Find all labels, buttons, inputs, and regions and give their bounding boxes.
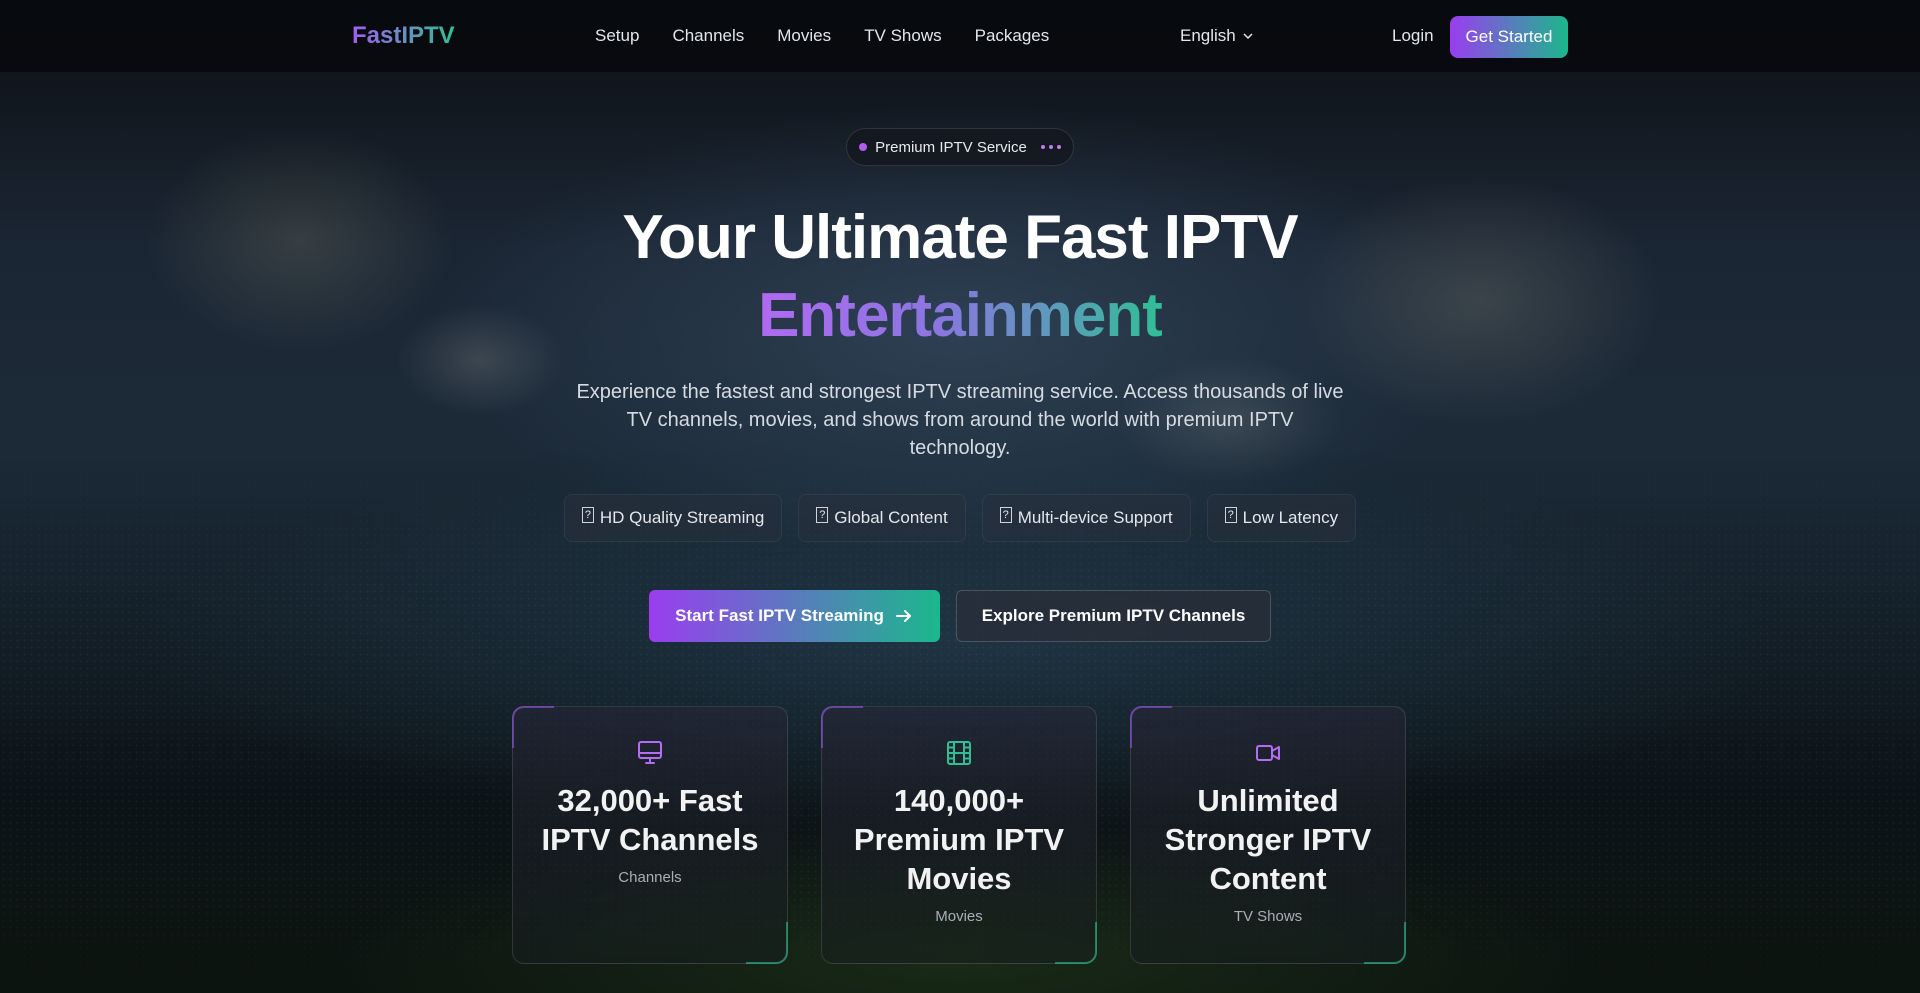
nav-links: Setup Channels Movies TV Shows Packages: [595, 26, 1049, 46]
feature-label: Global Content: [834, 508, 948, 527]
unknown-glyph-icon: ?: [816, 507, 829, 523]
nav-link-movies[interactable]: Movies: [777, 26, 831, 46]
stat-title: 32,000+ Fast IPTV Channels: [541, 783, 759, 857]
feature-pill-hd: ? HD Quality Streaming: [563, 494, 783, 542]
feature-label: Multi-device Support: [1017, 508, 1173, 527]
feature-pill-multidevice: ? Multi-device Support: [981, 494, 1191, 542]
stat-label: TV Shows: [1233, 908, 1303, 925]
arrow-right-icon: [895, 610, 911, 622]
film-icon: [947, 741, 971, 765]
explore-channels-button[interactable]: Explore Premium IPTV Channels: [956, 590, 1271, 642]
login-link[interactable]: Login: [1392, 26, 1434, 46]
nav-link-setup[interactable]: Setup: [595, 26, 639, 46]
ellipsis-icon: [1040, 145, 1061, 149]
feature-pills: ? HD Quality Streaming ? Global Content …: [0, 494, 1920, 542]
stat-title: 140,000+ Premium IPTV Movies: [853, 783, 1065, 896]
stat-title: Unlimited Stronger IPTV Content: [1164, 783, 1372, 896]
landing-page: FastIPTV Setup Channels Movies TV Shows …: [0, 0, 1920, 993]
unknown-glyph-icon: ?: [581, 507, 594, 523]
nav-link-channels[interactable]: Channels: [672, 26, 744, 46]
hero-title-highlight: Entertainment: [758, 281, 1163, 350]
stat-label: Movies: [935, 908, 983, 925]
feature-pill-global: ? Global Content: [798, 494, 966, 542]
stat-card-movies: 140,000+ Premium IPTV Movies Movies: [821, 706, 1097, 964]
stats-cards: 32,000+ Fast IPTV Channels Channels 140,…: [512, 706, 1406, 964]
feature-label: HD Quality Streaming: [599, 508, 765, 527]
top-navbar: FastIPTV Setup Channels Movies TV Shows …: [0, 0, 1920, 72]
feature-label: Low Latency: [1242, 508, 1339, 527]
language-selector[interactable]: English: [1180, 26, 1254, 46]
nav-link-tv-shows[interactable]: TV Shows: [864, 26, 941, 46]
logo[interactable]: FastIPTV: [352, 22, 455, 50]
badge-label: Premium IPTV Service: [875, 138, 1027, 156]
dot-icon: [859, 143, 868, 151]
stat-card-tv-shows: Unlimited Stronger IPTV Content TV Shows: [1130, 706, 1406, 964]
chevron-down-icon: [1243, 33, 1253, 40]
hero-title-line2: Entertainment: [0, 280, 1920, 351]
nav-link-packages[interactable]: Packages: [975, 26, 1050, 46]
stat-label: Channels: [618, 869, 682, 886]
start-streaming-label: Start Fast IPTV Streaming: [675, 606, 884, 625]
start-streaming-button[interactable]: Start Fast IPTV Streaming: [649, 590, 940, 642]
language-label: English: [1180, 26, 1236, 45]
video-camera-icon: [1256, 745, 1280, 761]
unknown-glyph-icon: ?: [999, 507, 1012, 523]
hero-subtitle: Experience the fastest and strongest IPT…: [576, 381, 1344, 459]
get-started-button[interactable]: Get Started: [1450, 16, 1568, 58]
unknown-glyph-icon: ?: [1224, 507, 1237, 523]
feature-pill-latency: ? Low Latency: [1206, 494, 1357, 542]
stat-card-channels: 32,000+ Fast IPTV Channels Channels: [512, 706, 788, 964]
hero-title-line1: Your Ultimate Fast IPTV: [622, 203, 1298, 272]
premium-badge: Premium IPTV Service: [846, 128, 1074, 166]
monitor-icon: [638, 741, 662, 764]
